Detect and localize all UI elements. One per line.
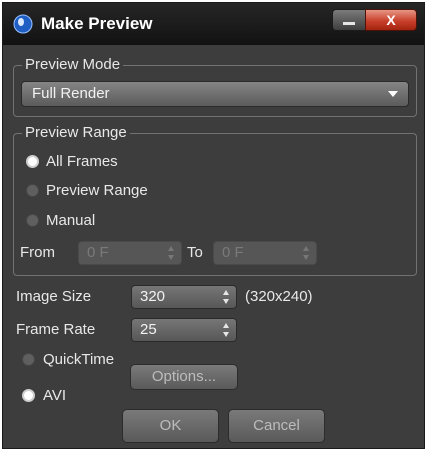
ok-button[interactable]: OK bbox=[122, 409, 219, 443]
from-spinner[interactable]: 0 F bbox=[78, 241, 182, 265]
image-size-label: Image Size bbox=[16, 288, 92, 305]
spinner-arrows-icon[interactable] bbox=[168, 246, 175, 260]
spinner-arrows-icon[interactable] bbox=[303, 246, 310, 260]
cancel-button[interactable]: Cancel bbox=[228, 409, 325, 443]
make-preview-dialog: Make Preview X Preview Mode Full Render … bbox=[2, 2, 425, 449]
preview-range-legend: Preview Range bbox=[22, 124, 130, 142]
options-button-label: Options... bbox=[151, 368, 217, 385]
avi-label[interactable]: AVI bbox=[43, 387, 66, 405]
all-frames-radio[interactable] bbox=[26, 155, 39, 168]
quicktime-radio[interactable] bbox=[22, 353, 35, 366]
frame-rate-value: 25 bbox=[140, 321, 157, 338]
to-value: 0 F bbox=[222, 244, 244, 261]
dropdown-arrow-icon bbox=[388, 91, 398, 97]
app-logo-icon bbox=[13, 14, 33, 34]
title-bar[interactable]: Make Preview X bbox=[3, 3, 424, 45]
manual-radio[interactable] bbox=[26, 214, 39, 227]
to-spinner[interactable]: 0 F bbox=[213, 241, 317, 265]
spinner-arrows-icon[interactable] bbox=[223, 290, 230, 304]
preview-range-label[interactable]: Preview Range bbox=[46, 182, 148, 200]
quicktime-label[interactable]: QuickTime bbox=[43, 351, 114, 369]
image-size-dimensions: (320x240) bbox=[245, 288, 313, 305]
from-label: From bbox=[20, 244, 55, 261]
preview-range-radio[interactable] bbox=[26, 184, 39, 197]
manual-label[interactable]: Manual bbox=[46, 212, 95, 230]
window-title: Make Preview bbox=[41, 14, 153, 33]
options-button[interactable]: Options... bbox=[130, 364, 238, 390]
frame-rate-label: Frame Rate bbox=[16, 321, 96, 338]
avi-radio[interactable] bbox=[22, 389, 35, 402]
all-frames-label[interactable]: All Frames bbox=[46, 153, 118, 171]
preview-mode-value: Full Render bbox=[32, 85, 110, 102]
preview-range-group: Preview Range All Frames Preview Range M… bbox=[13, 124, 417, 276]
ok-button-label: OK bbox=[159, 417, 182, 434]
preview-mode-dropdown[interactable]: Full Render bbox=[21, 81, 409, 107]
image-size-value: 320 bbox=[140, 288, 166, 305]
preview-mode-legend: Preview Mode bbox=[22, 56, 124, 74]
to-label: To bbox=[187, 244, 203, 261]
spinner-arrows-icon[interactable] bbox=[223, 323, 230, 337]
image-size-spinner[interactable]: 320 bbox=[131, 285, 237, 309]
cancel-button-label: Cancel bbox=[253, 417, 300, 434]
minimize-button[interactable] bbox=[332, 9, 366, 31]
frame-rate-spinner[interactable]: 25 bbox=[131, 318, 237, 342]
close-button[interactable]: X bbox=[365, 9, 417, 31]
preview-mode-group: Preview Mode Full Render bbox=[13, 56, 417, 117]
close-icon: X bbox=[386, 12, 396, 28]
from-value: 0 F bbox=[87, 244, 109, 261]
